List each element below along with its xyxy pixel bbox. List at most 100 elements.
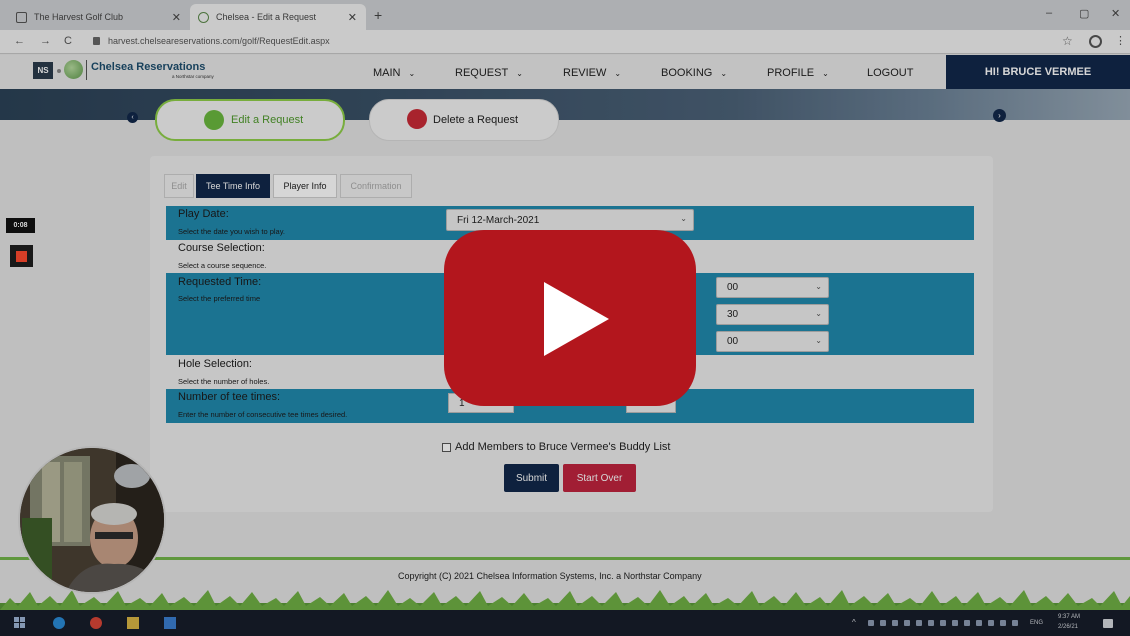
chrome-icon[interactable] [90,617,102,629]
menu-label: BOOKING [661,67,713,79]
windows-start-icon[interactable] [14,617,26,629]
menu-label: REQUEST [455,67,509,79]
logo-divider [86,60,87,80]
play-date-value: Fri 12-March-2021 [457,214,540,226]
chevron-down-icon: ⌄ [815,282,822,291]
minimize-icon[interactable]: – [1046,7,1052,19]
menu-request[interactable]: REQUEST ⌄ [455,67,523,79]
close-tab-icon[interactable]: ✕ [348,11,357,24]
wifi-icon[interactable] [964,620,970,626]
tray-app-icon[interactable] [868,620,874,626]
logo-subtitle: a Northstar company [172,74,214,79]
edit-request-button[interactable]: Edit a Request [155,99,345,141]
browser-tab-chelsea[interactable]: Chelsea - Edit a Request ✕ [190,4,366,30]
account-icon[interactable] [1089,35,1102,48]
menu-label: MAIN [373,67,401,79]
delete-request-button[interactable]: Delete a Request [369,99,559,141]
delete-request-label: Delete a Request [433,114,518,126]
menu-label: PROFILE [767,67,815,79]
chevron-down-icon: ⌄ [815,336,822,345]
taskbar-date[interactable]: 2/26/21 [1058,624,1078,630]
menu-booking[interactable]: BOOKING ⌄ [661,67,727,79]
onedrive-icon[interactable] [1012,620,1018,626]
tray-app-icon[interactable] [904,620,910,626]
webcam-overlay [18,446,166,594]
buddy-list-option[interactable]: Add Members to Bruce Vermee's Buddy List [442,441,670,453]
stop-recording-button[interactable] [10,245,33,267]
tray-app-icon[interactable] [940,620,946,626]
recording-timer: 0:08 [6,218,35,233]
browser-tab-harvest[interactable]: The Harvest Golf Club ✕ [8,4,190,30]
outlook-icon[interactable] [164,617,176,629]
time-range-value: 00 [727,336,739,347]
chevron-down-icon: ⌄ [614,69,622,78]
language-indicator[interactable]: ENG [1030,620,1043,626]
browser-menu-icon[interactable]: ⋮ [1115,34,1126,47]
buddy-list-checkbox[interactable] [442,442,451,452]
tray-app-icon[interactable] [916,620,922,626]
step-tab-edit[interactable]: Edit [164,174,194,198]
forward-icon[interactable]: → [40,35,51,47]
close-window-icon[interactable]: ✕ [1111,7,1120,20]
taskbar-time[interactable]: 9:37 AM [1058,614,1080,620]
hour-select[interactable]: 00 ⌄ [716,277,829,298]
edit-request-label: Edit a Request [231,114,304,126]
grass-decoration [0,590,1130,610]
site-header: NS Chelsea Reservations a Northstar comp… [0,55,1130,89]
tray-app-icon[interactable] [880,620,886,626]
restore-icon[interactable]: ▢ [1079,7,1089,20]
menu-review[interactable]: REVIEW ⌄ [563,67,621,79]
notification-icon[interactable] [1103,619,1113,628]
address-bar: ← → C harvest.chelseareservations.com/go… [0,30,1130,54]
footer-divider [0,557,1130,560]
row-hint: Select the preferred time [178,294,261,303]
edge-icon[interactable] [53,617,65,629]
battery-icon[interactable] [976,620,982,626]
minute-select[interactable]: 30 ⌄ [716,304,829,325]
globe-icon [198,11,209,23]
back-icon[interactable]: ← [14,35,25,47]
chevron-down-icon: ⌄ [720,69,728,78]
tray-app-icon[interactable] [928,620,934,626]
logo-separator [57,69,61,73]
start-over-button[interactable]: Start Over [563,464,636,492]
row-label: Play Date: [178,208,229,220]
row-hint: Select the number of holes. [178,377,270,386]
menu-main[interactable]: MAIN ⌄ [373,67,415,79]
row-label: Number of tee times: [178,391,281,403]
reload-icon[interactable]: C [64,35,72,47]
star-icon[interactable]: ☆ [1062,34,1073,48]
logo-title: Chelsea Reservations [91,61,206,73]
play-button-icon[interactable] [444,230,696,406]
url-field[interactable]: harvest.chelseareservations.com/golf/Req… [108,36,330,46]
play-date-select[interactable]: Fri 12-March-2021 ⌄ [446,209,694,231]
step-tab-player-info[interactable]: Player Info [273,174,337,198]
row-label: Hole Selection: [178,358,252,370]
step-tab-confirmation[interactable]: Confirmation [340,174,412,198]
time-range-select[interactable]: 00 ⌄ [716,331,829,352]
tray-app-icon[interactable] [892,620,898,626]
speaker-icon[interactable] [1000,620,1006,626]
file-explorer-icon[interactable] [127,617,139,629]
tray-app-icon[interactable] [952,620,958,626]
row-hint: Enter the number of consecutive tee time… [178,410,348,419]
browser-tab-strip: The Harvest Golf Club ✕ Chelsea - Edit a… [0,0,1130,30]
tray-chevron-icon[interactable]: ^ [852,618,856,627]
carousel-prev-icon[interactable]: ‹ [127,112,138,123]
close-tab-icon[interactable]: ✕ [172,11,181,24]
copyright-text: Copyright (C) 2021 Chelsea Information S… [398,571,702,581]
page-icon [16,11,27,23]
network-icon[interactable] [988,620,994,626]
user-greeting[interactable]: HI! BRUCE VERMEE [946,55,1130,89]
northstar-logo[interactable]: NS [33,62,53,79]
menu-logout[interactable]: LOGOUT [867,67,913,79]
carousel-next-icon[interactable]: › [993,109,1006,122]
chevron-down-icon: ⌄ [408,69,416,78]
submit-button[interactable]: Submit [504,464,559,492]
menu-profile[interactable]: PROFILE ⌄ [767,67,829,79]
new-tab-icon[interactable]: + [374,7,382,23]
step-tab-tee-time-info[interactable]: Tee Time Info [196,174,270,198]
tab-title: Chelsea - Edit a Request [216,12,317,22]
user-edit-icon [204,110,224,130]
chevron-down-icon: ⌄ [822,69,829,78]
